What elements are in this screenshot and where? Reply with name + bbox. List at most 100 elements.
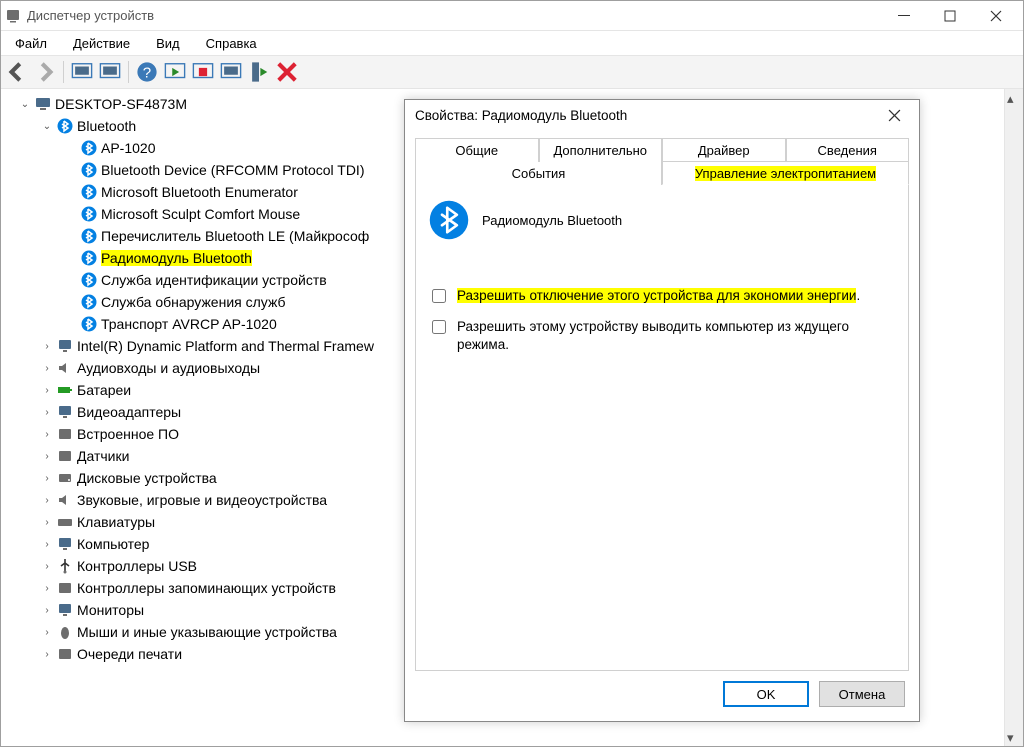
cancel-button[interactable]: Отмена bbox=[819, 681, 905, 707]
checkbox-allow-wake[interactable] bbox=[432, 320, 446, 334]
expand-collapse-icon[interactable]: › bbox=[41, 517, 53, 528]
tree-item-label: Microsoft Bluetooth Enumerator bbox=[101, 184, 298, 200]
checkbox-allow-power-off[interactable] bbox=[432, 289, 446, 303]
tree-item-label: Клавиатуры bbox=[77, 514, 155, 530]
tab-area: События Управление электропитанием Общие… bbox=[405, 130, 919, 671]
tabs: События Управление электропитанием Общие… bbox=[415, 138, 909, 185]
toolbar-stop-icon[interactable] bbox=[191, 60, 215, 84]
titlebar: Диспетчер устройств bbox=[1, 1, 1023, 31]
tree-item-icon bbox=[57, 426, 73, 442]
expand-collapse-icon[interactable]: › bbox=[41, 363, 53, 374]
tree-item-label: Встроенное ПО bbox=[77, 426, 179, 442]
sep bbox=[128, 61, 129, 83]
menu-view[interactable]: Вид bbox=[150, 34, 186, 53]
menu-file[interactable]: Файл bbox=[9, 34, 53, 53]
tree-item-label: Звуковые, игровые и видеоустройства bbox=[77, 492, 327, 508]
expand-collapse-icon[interactable]: › bbox=[41, 473, 53, 484]
tree-item-icon bbox=[81, 272, 97, 288]
toolbar-monitor-b-icon[interactable] bbox=[98, 60, 122, 84]
expand-collapse-icon[interactable]: › bbox=[41, 341, 53, 352]
tab-general[interactable]: Общие bbox=[415, 138, 539, 162]
tree-item-label: Bluetooth bbox=[77, 118, 136, 134]
label-allow-wake: Разрешить этому устройству выводить комп… bbox=[457, 318, 887, 354]
expand-collapse-icon[interactable]: › bbox=[41, 583, 53, 594]
checkbox-row-power-off: Разрешить отключение этого устройства дл… bbox=[428, 287, 896, 306]
tree-item-icon bbox=[57, 514, 73, 530]
tree-item-label: Перечислитель Bluetooth LE (Майкрософ bbox=[101, 228, 369, 244]
menu-help[interactable]: Справка bbox=[200, 34, 263, 53]
tree-item-icon bbox=[57, 448, 73, 464]
tree-item-label: Очереди печати bbox=[77, 646, 182, 662]
toolbar-monitor-c-icon[interactable] bbox=[219, 60, 243, 84]
expand-collapse-icon[interactable]: ⌄ bbox=[41, 121, 53, 132]
toolbar-delete-icon[interactable] bbox=[275, 60, 299, 84]
close-button[interactable] bbox=[973, 1, 1019, 31]
tree-item-label: Контроллеры USB bbox=[77, 558, 197, 574]
device-name: Радиомодуль Bluetooth bbox=[482, 213, 622, 228]
tab-power-management[interactable]: Управление электропитанием bbox=[662, 161, 909, 185]
tree-item-icon bbox=[57, 624, 73, 640]
toolbar-enable-icon[interactable] bbox=[247, 60, 271, 84]
tree-item-icon bbox=[57, 470, 73, 486]
tree-item-icon bbox=[81, 140, 97, 156]
menubar: Файл Действие Вид Справка bbox=[1, 31, 1023, 55]
device-header: Радиомодуль Bluetooth bbox=[428, 199, 896, 241]
toolbar-back-icon[interactable] bbox=[5, 60, 29, 84]
ok-button[interactable]: OK bbox=[723, 681, 809, 707]
dialog-title: Свойства: Радиомодуль Bluetooth bbox=[415, 108, 879, 123]
tab-driver[interactable]: Драйвер bbox=[662, 138, 786, 162]
expand-collapse-icon[interactable]: › bbox=[41, 407, 53, 418]
expand-collapse-icon[interactable]: › bbox=[41, 649, 53, 660]
expand-collapse-icon[interactable]: › bbox=[41, 385, 53, 396]
tree-item-label: Microsoft Sculpt Comfort Mouse bbox=[101, 206, 300, 222]
dialog-buttons: OK Отмена bbox=[405, 671, 919, 721]
svg-text:?: ? bbox=[143, 65, 151, 82]
menu-action[interactable]: Действие bbox=[67, 34, 136, 53]
properties-dialog: Свойства: Радиомодуль Bluetooth События … bbox=[404, 99, 920, 722]
expand-collapse-icon[interactable]: ⌄ bbox=[19, 99, 31, 110]
toolbar-monitor-a-icon[interactable] bbox=[70, 60, 94, 84]
tree-item-label: Дисковые устройства bbox=[77, 470, 217, 486]
tree-item-label: Компьютер bbox=[77, 536, 149, 552]
tree-item-label: Транспорт AVRCP AP-1020 bbox=[101, 316, 277, 332]
tree-item-icon bbox=[57, 118, 73, 134]
label-allow-power-off: Разрешить отключение этого устройства дл… bbox=[457, 287, 860, 305]
tree-item-label: AP-1020 bbox=[101, 140, 155, 156]
tree-item-icon bbox=[57, 382, 73, 398]
tree-item-icon bbox=[81, 184, 97, 200]
tree-item-label: Служба обнаружения служб bbox=[101, 294, 285, 310]
expand-collapse-icon[interactable]: › bbox=[41, 561, 53, 572]
minimize-button[interactable] bbox=[881, 1, 927, 31]
toolbar-forward-icon[interactable] bbox=[33, 60, 57, 84]
tree-item-label: Аудиовходы и аудиовыходы bbox=[77, 360, 260, 376]
expand-collapse-icon[interactable]: › bbox=[41, 429, 53, 440]
tree-item-icon bbox=[81, 162, 97, 178]
tree-item-icon bbox=[57, 602, 73, 618]
toolbar-help-icon[interactable]: ? bbox=[135, 60, 159, 84]
tree-item-label: Датчики bbox=[77, 448, 129, 464]
tab-advanced[interactable]: Дополнительно bbox=[539, 138, 663, 162]
sep bbox=[63, 61, 64, 83]
tab-details[interactable]: Сведения bbox=[786, 138, 910, 162]
bluetooth-icon bbox=[428, 199, 470, 241]
tree-item-label: Служба идентификации устройств bbox=[101, 272, 327, 288]
expand-collapse-icon[interactable]: › bbox=[41, 451, 53, 462]
tab-body: Радиомодуль Bluetooth Разрешить отключен… bbox=[415, 185, 909, 671]
tree-item-icon bbox=[57, 492, 73, 508]
maximize-button[interactable] bbox=[927, 1, 973, 31]
tree-item-icon bbox=[57, 360, 73, 376]
dialog-close-icon[interactable] bbox=[879, 100, 909, 130]
scrollbar-vertical[interactable]: ▴ ▾ bbox=[1005, 89, 1023, 746]
scroll-down-icon[interactable]: ▾ bbox=[1007, 730, 1021, 744]
toolbar: ? bbox=[1, 55, 1023, 89]
tree-item-label: Видеоадаптеры bbox=[77, 404, 181, 420]
expand-collapse-icon[interactable]: › bbox=[41, 627, 53, 638]
scroll-up-icon[interactable]: ▴ bbox=[1007, 91, 1021, 105]
expand-collapse-icon[interactable]: › bbox=[41, 495, 53, 506]
tab-events[interactable]: События bbox=[415, 161, 662, 185]
toolbar-play-icon[interactable] bbox=[163, 60, 187, 84]
window-controls bbox=[881, 1, 1019, 31]
tree-item-icon bbox=[57, 338, 73, 354]
expand-collapse-icon[interactable]: › bbox=[41, 539, 53, 550]
expand-collapse-icon[interactable]: › bbox=[41, 605, 53, 616]
